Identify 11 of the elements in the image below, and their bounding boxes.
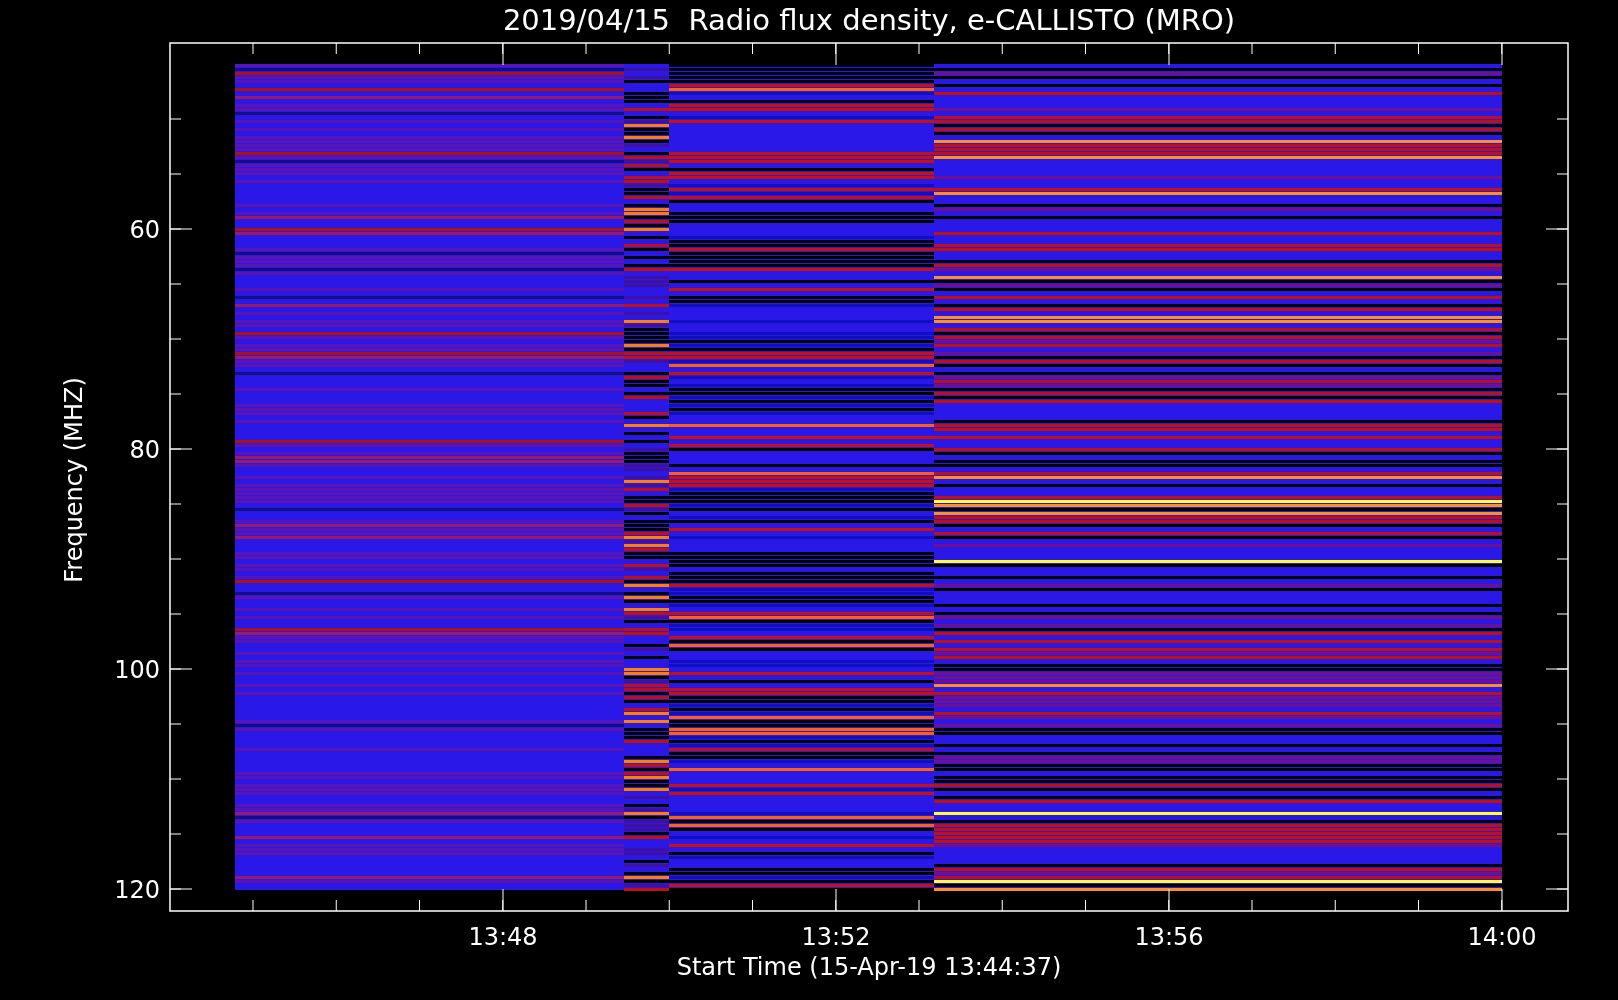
y-tick-label: 100 bbox=[114, 656, 160, 684]
plot-title: 2019/04/15 Radio flux density, e-CALLISTO (MRO) bbox=[502, 3, 1236, 37]
x-tick-label: 14:00 bbox=[1467, 923, 1537, 951]
x-tick-label: 13:52 bbox=[801, 923, 871, 951]
y-tick-label: 80 bbox=[129, 436, 160, 464]
x-tick-label: 13:48 bbox=[468, 923, 538, 951]
y-axis-label: Frequency (MHZ) bbox=[60, 377, 88, 583]
y-tick-label: 120 bbox=[114, 876, 160, 904]
x-axis-label: Start Time (15-Apr-19 13:44:37) bbox=[676, 953, 1062, 981]
x-tick-label: 13:56 bbox=[1134, 923, 1204, 951]
y-tick-label: 60 bbox=[129, 216, 160, 244]
